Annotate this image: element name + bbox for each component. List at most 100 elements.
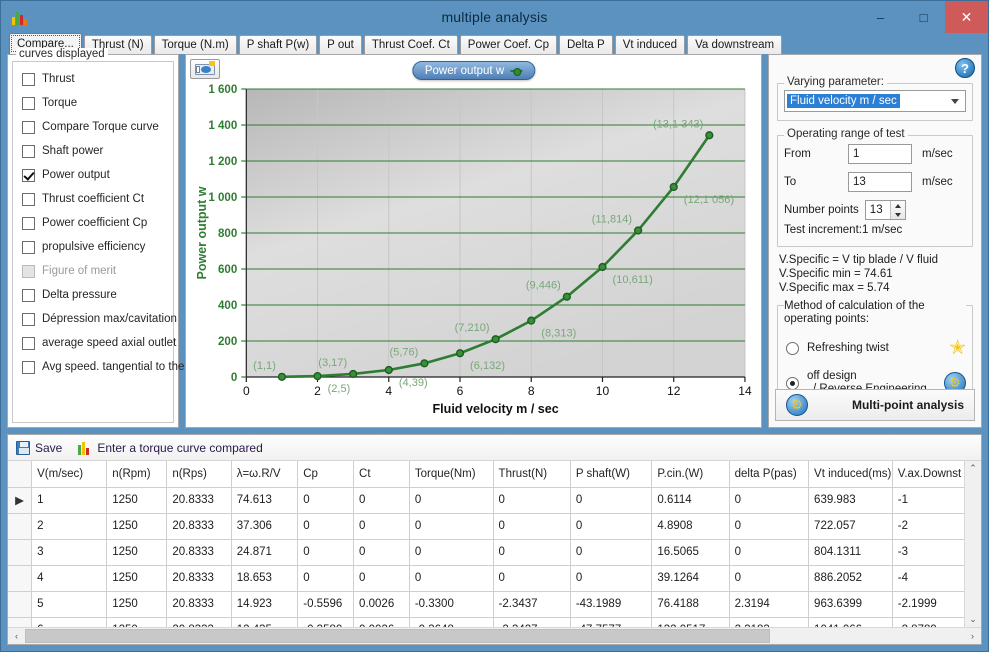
curve-checkbox-d-pression-max-cavitation[interactable]: Dépression max/cavitation bbox=[16, 307, 177, 331]
table-cell[interactable]: 0 bbox=[492, 512, 571, 540]
table-cell[interactable]: 1250 bbox=[106, 564, 168, 592]
table-cell[interactable]: 4 bbox=[31, 564, 108, 592]
table-cell[interactable]: 722.057 bbox=[808, 512, 893, 540]
scroll-right-arrow[interactable]: › bbox=[964, 631, 981, 641]
table-cell[interactable]: -2.3427 bbox=[492, 616, 571, 627]
enter-torque-curve-button[interactable]: Enter a torque curve compared bbox=[78, 441, 263, 455]
column-header[interactable]: P.cin.(W) bbox=[651, 461, 730, 488]
tab-p-shaft-p-w[interactable]: P shaft P(w) bbox=[238, 35, 318, 54]
table-cell[interactable]: 639.983 bbox=[808, 486, 893, 514]
table-cell[interactable]: -1 bbox=[891, 486, 969, 514]
scroll-up-arrow[interactable]: ⌃ bbox=[969, 461, 977, 476]
table-cell[interactable]: -2.3437 bbox=[492, 590, 571, 618]
table-cell[interactable]: 963.6399 bbox=[808, 590, 893, 618]
help-icon[interactable]: ? bbox=[955, 58, 975, 78]
table-cell[interactable]: -2.8789 bbox=[891, 616, 969, 627]
table-cell[interactable]: -2 bbox=[891, 512, 969, 540]
row-marker[interactable] bbox=[8, 616, 33, 627]
row-marker[interactable] bbox=[8, 590, 33, 618]
from-input[interactable]: 1 bbox=[848, 144, 912, 164]
row-marker[interactable] bbox=[8, 538, 33, 566]
table-cell[interactable]: 4.8908 bbox=[651, 512, 730, 540]
table-cell[interactable]: 1250 bbox=[106, 512, 168, 540]
row-marker[interactable] bbox=[8, 512, 33, 540]
table-cell[interactable]: 20.8333 bbox=[166, 512, 232, 540]
table-cell[interactable]: 39.1264 bbox=[651, 564, 730, 592]
table-cell[interactable]: 0.6114 bbox=[651, 486, 730, 514]
curve-checkbox-thrust[interactable]: Thrust bbox=[16, 67, 172, 91]
table-cell[interactable]: 0 bbox=[353, 512, 410, 540]
camera-icon[interactable] bbox=[190, 59, 220, 79]
table-cell[interactable]: -0.5596 bbox=[297, 590, 355, 618]
table-cell[interactable]: 0.0026 bbox=[353, 616, 410, 627]
row-marker[interactable]: ▶ bbox=[8, 486, 33, 514]
to-input[interactable]: 13 bbox=[848, 172, 912, 192]
table-cell[interactable]: 20.8333 bbox=[166, 538, 232, 566]
table-row[interactable]: ▶ 1 1250 20.8333 74.613 0 0 0 0 0 0.6114 0 639.983 -1 bbox=[8, 486, 969, 514]
table-cell[interactable]: 0 bbox=[569, 538, 653, 566]
radio-refreshing-twist[interactable]: Refreshing twist ✭ bbox=[786, 338, 966, 358]
table-cell[interactable]: 74.613 bbox=[230, 486, 299, 514]
vertical-scrollbar[interactable]: ⌃ ⌄ bbox=[964, 461, 981, 627]
table-cell[interactable]: 1 bbox=[31, 486, 108, 514]
column-header[interactable]: V(m/sec) bbox=[31, 461, 108, 488]
column-header[interactable]: Vt induced(ms) bbox=[808, 461, 893, 488]
table-cell[interactable]: 0 bbox=[408, 486, 494, 514]
column-header[interactable]: λ=ω.R/V bbox=[230, 461, 299, 488]
table-cell[interactable]: 0 bbox=[728, 486, 810, 514]
table-cell[interactable]: 2.3194 bbox=[728, 590, 810, 618]
table-cell[interactable]: 0 bbox=[353, 486, 410, 514]
horizontal-scrollbar[interactable]: ‹ › bbox=[8, 627, 981, 644]
column-header[interactable]: V.ax.Downst bbox=[891, 461, 969, 488]
table-cell[interactable]: 20.8333 bbox=[166, 616, 232, 627]
table-cell[interactable]: 20.8333 bbox=[166, 590, 232, 618]
table-cell[interactable]: 0 bbox=[297, 538, 355, 566]
tab-power-coef-cp[interactable]: Power Coef. Cp bbox=[459, 35, 557, 54]
table-cell[interactable]: 20.8333 bbox=[166, 486, 232, 514]
table-cell[interactable]: 0 bbox=[492, 538, 571, 566]
table-cell[interactable]: -0.3648 bbox=[408, 616, 494, 627]
save-button[interactable]: Save bbox=[16, 440, 62, 455]
table-cell[interactable]: 18.653 bbox=[230, 564, 299, 592]
tab-delta-p[interactable]: Delta P bbox=[558, 35, 613, 54]
curve-checkbox-shaft-power[interactable]: Shaft power bbox=[16, 139, 172, 163]
table-cell[interactable]: 37.306 bbox=[230, 512, 299, 540]
column-header[interactable]: n(Rpm) bbox=[106, 461, 168, 488]
table-cell[interactable]: -43.1989 bbox=[569, 590, 653, 618]
table-cell[interactable]: 24.871 bbox=[230, 538, 299, 566]
table-cell[interactable]: 1250 bbox=[106, 616, 168, 627]
column-header[interactable]: delta P(pas) bbox=[728, 461, 810, 488]
column-header[interactable]: Ct bbox=[353, 461, 410, 488]
table-row[interactable]: 5 1250 20.8333 14.923 -0.5596 0.0026 -0.3300 -2… bbox=[8, 590, 969, 618]
series-legend-badge[interactable]: Power output w bbox=[411, 61, 536, 80]
table-cell[interactable]: 0 bbox=[297, 512, 355, 540]
table-cell[interactable]: 1250 bbox=[106, 590, 168, 618]
column-header[interactable]: Torque(Nm) bbox=[408, 461, 494, 488]
table-cell[interactable]: 1250 bbox=[106, 486, 168, 514]
table-cell[interactable]: 0 bbox=[297, 564, 355, 592]
table-cell[interactable]: 2 bbox=[31, 512, 108, 540]
table-cell[interactable]: 0 bbox=[728, 512, 810, 540]
column-header[interactable]: P shaft(W) bbox=[569, 461, 653, 488]
table-cell[interactable]: 1250 bbox=[106, 538, 168, 566]
table-cell[interactable]: 2.3183 bbox=[728, 616, 810, 627]
table-cell[interactable]: 6 bbox=[31, 616, 108, 627]
number-points-stepper[interactable]: 13 bbox=[864, 200, 906, 220]
table-cell[interactable]: -0.3300 bbox=[408, 590, 494, 618]
table-cell[interactable]: 16.5065 bbox=[651, 538, 730, 566]
table-cell[interactable]: 12.435 bbox=[230, 616, 299, 627]
curve-checkbox-avg-speed-tangential-to-the[interactable]: Avg speed. tangential to the bbox=[16, 355, 184, 379]
tab-vt-induced[interactable]: Vt induced bbox=[614, 35, 686, 54]
table-cell[interactable]: 0 bbox=[728, 538, 810, 566]
tab-torque-n-m[interactable]: Torque (N.m) bbox=[153, 35, 237, 54]
curve-checkbox-delta-pressure[interactable]: Delta pressure bbox=[16, 283, 172, 307]
table-row[interactable]: 2 1250 20.8333 37.306 0 0 0 0 0 4.8908 0 722.057 -2 bbox=[8, 512, 969, 540]
table-cell[interactable]: 5 bbox=[31, 590, 108, 618]
tab-p-out[interactable]: P out bbox=[319, 35, 362, 54]
table-cell[interactable]: 0 bbox=[492, 564, 571, 592]
scroll-left-arrow[interactable]: ‹ bbox=[8, 631, 25, 641]
table-cell[interactable]: 0 bbox=[492, 486, 571, 514]
curve-checkbox-torque[interactable]: Torque bbox=[16, 91, 172, 115]
scroll-down-arrow[interactable]: ⌄ bbox=[969, 612, 977, 627]
table-cell[interactable]: 0 bbox=[569, 486, 653, 514]
